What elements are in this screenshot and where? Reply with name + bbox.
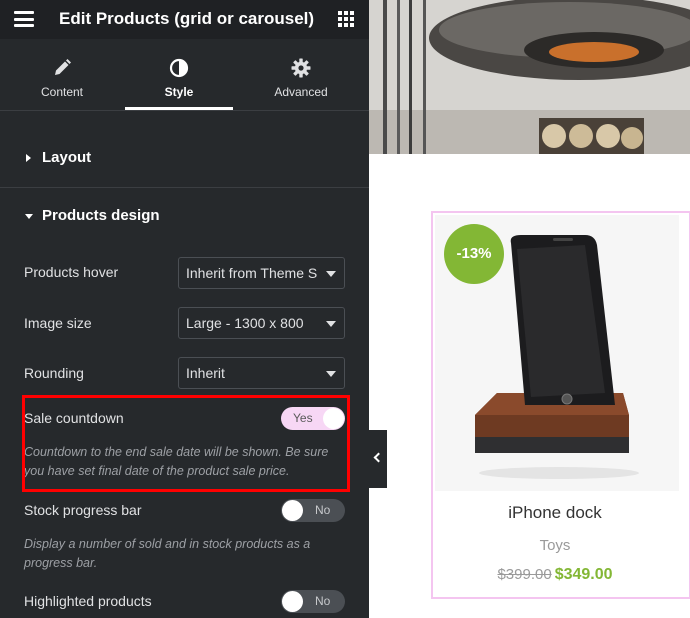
- gear-icon: [291, 58, 311, 78]
- section-products-design[interactable]: Products design: [0, 188, 369, 246]
- fireplace-illustration: [369, 0, 690, 154]
- caret-right-icon: [26, 154, 31, 162]
- dropdown-arrow-icon: [326, 371, 336, 377]
- tab-advanced[interactable]: Advanced: [247, 39, 355, 111]
- active-tab-indicator: [125, 107, 233, 110]
- dropdown-arrow-icon: [326, 271, 336, 277]
- product-title[interactable]: iPhone dock: [433, 503, 677, 523]
- toggle-knob: [282, 500, 303, 521]
- stock-progress-bar-toggle[interactable]: No: [281, 499, 345, 522]
- panel-tabs: Content Style Advanced: [0, 39, 369, 111]
- product-price: $399.00 $349.00: [433, 566, 677, 584]
- pencil-icon: [55, 59, 71, 75]
- section-layout[interactable]: Layout: [0, 130, 369, 188]
- highlighted-products-state: No: [315, 594, 331, 608]
- image-size-select[interactable]: Large - 1300 x 800: [178, 307, 345, 339]
- highlighted-products-label: Highlighted products: [24, 593, 152, 609]
- highlight-annotation-box: [22, 395, 350, 492]
- dropdown-arrow-icon: [326, 321, 336, 327]
- product-image[interactable]: -13%: [435, 215, 679, 491]
- collapse-panel-button[interactable]: [369, 430, 387, 488]
- toggle-knob: [282, 591, 303, 612]
- widgets-grid-icon[interactable]: [338, 11, 354, 27]
- image-size-label: Image size: [24, 315, 92, 331]
- section-products-design-label: Products design: [42, 207, 160, 224]
- tab-content-label: Content: [40, 85, 84, 99]
- product-category[interactable]: Toys: [433, 537, 677, 554]
- half-circle-contrast-icon: [169, 58, 189, 78]
- tab-style-label: Style: [164, 85, 194, 99]
- products-hover-select[interactable]: Inherit from Theme S: [178, 257, 345, 289]
- hamburger-menu-icon[interactable]: [14, 11, 34, 27]
- stock-progress-bar-label: Stock progress bar: [24, 502, 142, 518]
- stock-progress-bar-description: Display a number of sold and in stock pr…: [24, 537, 311, 570]
- image-size-value: Large - 1300 x 800: [186, 315, 304, 331]
- highlighted-products-toggle[interactable]: No: [281, 590, 345, 613]
- products-hover-label: Products hover: [24, 264, 119, 280]
- caret-down-icon: [25, 214, 33, 219]
- section-layout-label: Layout: [42, 149, 92, 166]
- stock-progress-bar-state: No: [315, 503, 331, 517]
- editor-panel: Edit Products (grid or carousel) Content…: [0, 0, 369, 618]
- rounding-label: Rounding: [24, 365, 84, 381]
- products-hover-value: Inherit from Theme S: [186, 265, 318, 281]
- rounding-value: Inherit: [186, 365, 225, 381]
- editor-screen: Edit Products (grid or carousel) Content…: [0, 0, 690, 618]
- hero-image: [369, 0, 690, 154]
- product-card[interactable]: -13% iPhone dock Toys $399.00 $349.00: [431, 211, 690, 599]
- old-price: $399.00: [497, 566, 552, 583]
- panel-header: Edit Products (grid or carousel): [0, 0, 369, 39]
- tab-advanced-label: Advanced: [274, 85, 328, 99]
- panel-title: Edit Products (grid or carousel): [59, 9, 315, 28]
- tab-content[interactable]: Content: [8, 39, 116, 111]
- sale-price: $349.00: [554, 566, 613, 583]
- chevron-left-icon: [373, 452, 384, 463]
- rounding-select[interactable]: Inherit: [178, 357, 345, 389]
- tab-style[interactable]: Style: [125, 39, 233, 111]
- discount-badge: -13%: [444, 224, 504, 284]
